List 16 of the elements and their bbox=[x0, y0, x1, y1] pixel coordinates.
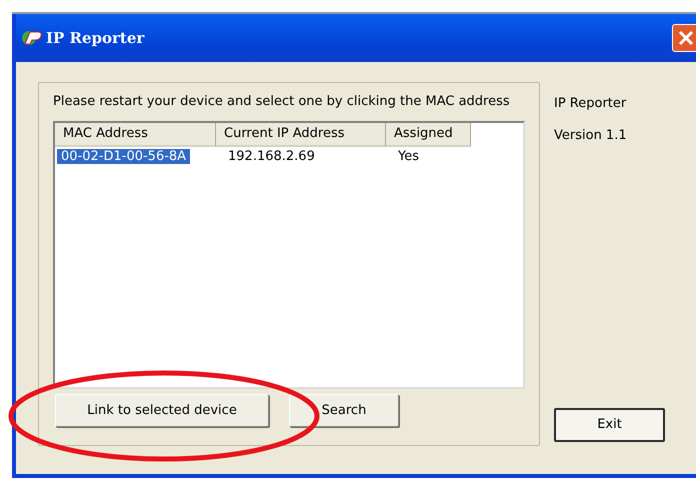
column-header[interactable]: Current IP Address bbox=[216, 123, 386, 146]
column-header[interactable]: Assigned bbox=[386, 123, 471, 146]
exit-button[interactable]: Exit bbox=[554, 408, 665, 442]
window-title: IP Reporter bbox=[46, 28, 144, 49]
app-icon bbox=[22, 29, 42, 47]
search-button[interactable]: Search bbox=[289, 394, 399, 427]
app-name-label: IP Reporter bbox=[554, 95, 628, 113]
instruction-text: Please restart your device and select one by clicking the MAC address bbox=[53, 93, 511, 111]
close-icon bbox=[677, 28, 695, 47]
link-button[interactable]: Link to selected device bbox=[55, 394, 269, 427]
table-cell-text: 192.168.2.69 bbox=[227, 148, 316, 164]
version-label: Version 1.1 bbox=[554, 126, 628, 144]
close-button[interactable] bbox=[672, 24, 696, 52]
table-cell-text: Yes bbox=[397, 148, 420, 164]
column-header[interactable]: MAC Address bbox=[55, 123, 216, 146]
table-cell[interactable]: 00-02-D1-00-56-8A bbox=[57, 148, 190, 164]
